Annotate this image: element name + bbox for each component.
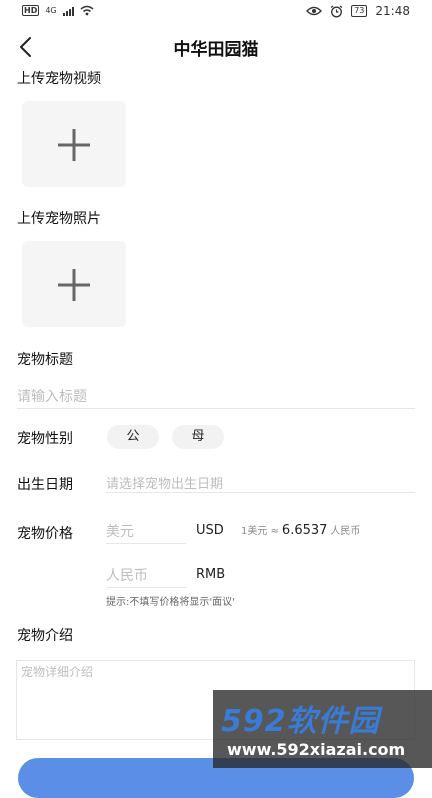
alarm-icon <box>330 4 343 17</box>
plus-icon <box>58 129 90 161</box>
rate-prefix: 1美元 ≈ <box>241 526 279 537</box>
eye-icon <box>306 6 323 16</box>
wifi-icon <box>80 5 94 16</box>
status-bar: HD 4G 73 21:48 <box>0 0 432 24</box>
pet-title-label: 宠物标题 <box>17 352 73 368</box>
watermark: 592软件园 www.592xiazai.com <box>213 690 432 768</box>
page-title: 中华田园猫 <box>173 40 259 60</box>
rate-value: 6.6537 <box>281 523 328 538</box>
birth-date-picker[interactable]: 请选择宠物出生日期 <box>106 473 415 493</box>
rate-suffix: 人民币 <box>330 526 361 537</box>
usd-price-input[interactable]: 美元 <box>106 521 186 544</box>
gender-male-option[interactable]: 公 <box>107 425 159 449</box>
hd-badge: HD <box>22 5 40 16</box>
exchange-rate: 1美元 ≈ 6.6537 人民币 <box>241 522 360 538</box>
pet-title-input[interactable]: 请输入标题 <box>17 386 415 409</box>
signal-type: 4G <box>45 6 57 15</box>
usd-unit-label: USD <box>196 523 224 538</box>
plus-icon <box>58 269 90 301</box>
watermark-brand: 592软件园 <box>221 704 380 739</box>
signal-icon <box>62 6 74 16</box>
watermark-url: www.592xiazai.com <box>227 740 406 759</box>
video-upload-button[interactable] <box>22 101 126 187</box>
birth-date-label: 出生日期 <box>17 477 73 493</box>
pet-gender-label: 宠物性别 <box>17 431 73 447</box>
gender-female-option[interactable]: 母 <box>172 425 224 449</box>
pet-intro-label: 宠物介绍 <box>17 628 73 644</box>
status-time: 21:48 <box>375 4 410 18</box>
rmb-price-input[interactable]: 人民币 <box>106 565 186 588</box>
battery-icon: 73 <box>351 5 368 17</box>
video-upload-label: 上传宠物视频 <box>17 71 101 87</box>
status-right: 73 21:48 <box>306 4 410 18</box>
photo-upload-button[interactable] <box>22 241 126 327</box>
status-left: HD 4G <box>22 5 94 16</box>
pet-price-label: 宠物价格 <box>17 526 73 542</box>
price-hint: 提示:不填写价格将显示'面议' <box>106 597 235 608</box>
rmb-unit-label: RMB <box>196 567 226 582</box>
back-arrow-icon[interactable] <box>14 34 40 60</box>
photo-upload-label: 上传宠物照片 <box>17 211 101 227</box>
